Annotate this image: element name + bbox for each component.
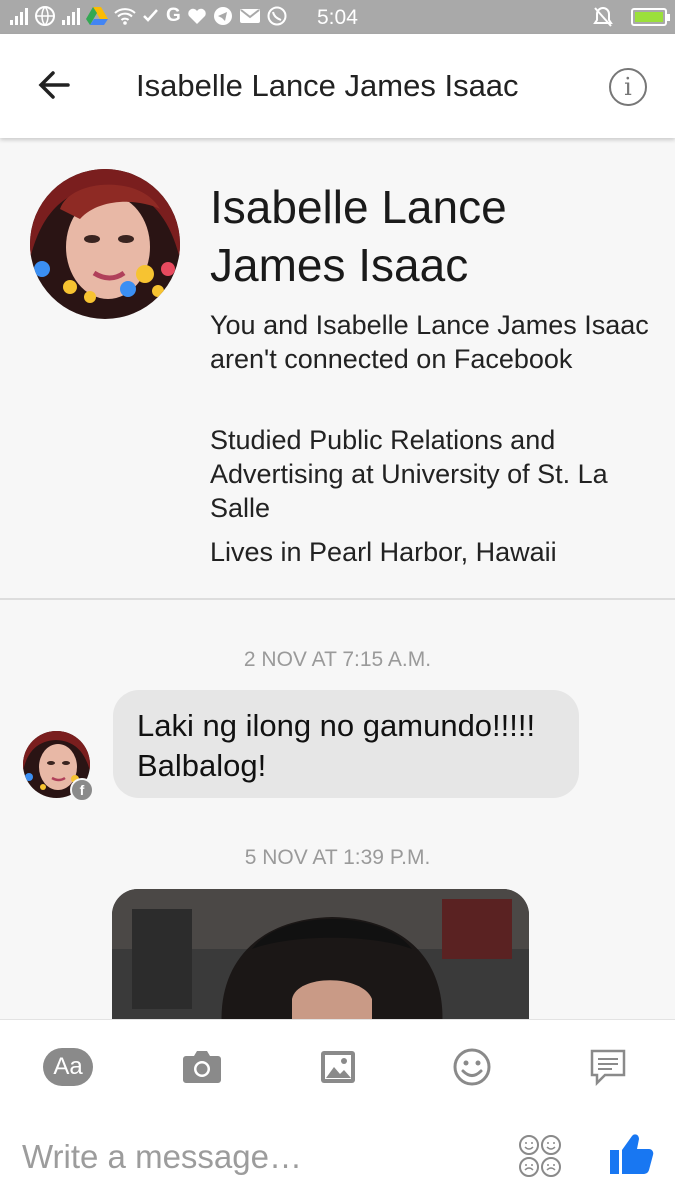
smiley-icon — [453, 1048, 491, 1086]
message-bubble[interactable]: Laki ng ilong no gamundo!!!!! Balbalog! — [113, 690, 579, 798]
emoji-button[interactable] — [446, 1044, 498, 1090]
timestamp: 2 NOV AT 7:15 A.M. — [243, 648, 432, 671]
location-info: Lives in Pearl Harbor, Hawaii — [210, 537, 557, 567]
education-info: Studied Public Relations and Advertising… — [210, 425, 608, 523]
conversation-title: Isabelle Lance James Isaac — [136, 68, 519, 103]
more-options-button[interactable] — [582, 1044, 634, 1090]
camera-icon — [183, 1051, 221, 1083]
message-input[interactable] — [22, 1132, 482, 1182]
text-format-button[interactable]: Aa — [42, 1044, 94, 1090]
muted-bell-icon — [593, 6, 613, 27]
battery-icon — [631, 8, 670, 26]
info-icon[interactable]: i — [609, 68, 647, 106]
status-time: 5:04 — [317, 6, 358, 29]
heart-icon — [188, 8, 206, 24]
status-icons-right — [593, 6, 670, 28]
stickers-icon[interactable] — [518, 1134, 562, 1178]
chat-bubble-icon — [590, 1049, 626, 1086]
drive-icon — [86, 7, 108, 25]
signal-icon-2 — [62, 7, 80, 25]
telegram-icon — [213, 7, 232, 25]
conversation-header: Isabelle Lance James Isaac i — [0, 34, 675, 138]
viber-icon — [267, 6, 287, 26]
profile-avatar[interactable] — [30, 169, 180, 319]
globe-icon — [35, 6, 55, 26]
back-arrow-icon[interactable] — [36, 67, 72, 103]
thumbs-up-icon[interactable] — [608, 1130, 654, 1176]
profile-name: Isabelle Lance James Isaac — [210, 181, 507, 291]
divider — [0, 598, 675, 600]
task-check-icon — [143, 9, 158, 22]
composer: Aa — [0, 1019, 675, 1201]
status-bar: G 5:04 — [0, 0, 675, 34]
status-icons-left: G — [10, 5, 287, 27]
aa-icon: Aa — [43, 1048, 93, 1086]
google-icon: G — [166, 5, 181, 26]
camera-button[interactable] — [176, 1044, 228, 1090]
facebook-badge-icon: f — [70, 778, 94, 802]
wifi-icon — [114, 8, 136, 25]
image-icon — [321, 1051, 355, 1083]
photo-attachment[interactable] — [112, 889, 529, 1029]
signal-icon — [10, 7, 28, 25]
timestamp: 5 NOV AT 1:39 P.M. — [244, 846, 431, 869]
mail-icon — [239, 9, 260, 23]
connection-note: You and Isabelle Lance James Isaac aren'… — [210, 310, 649, 374]
gallery-button[interactable] — [312, 1044, 364, 1090]
